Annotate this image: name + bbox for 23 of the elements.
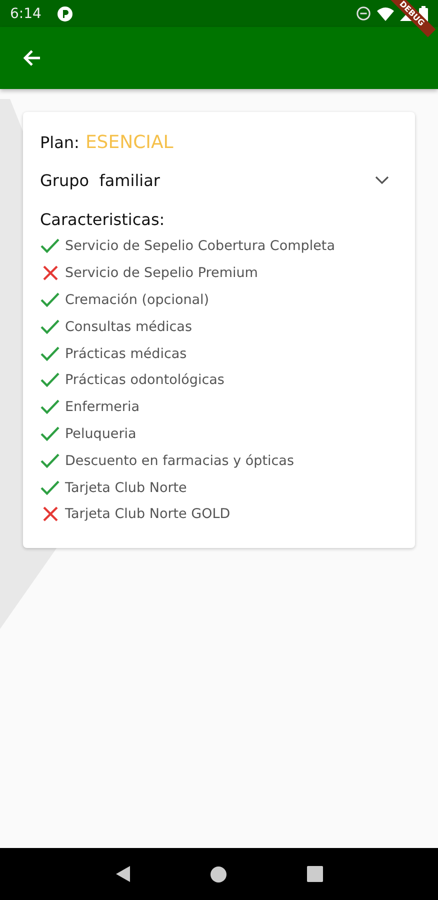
feature-label: Prácticas odontológicas xyxy=(65,372,224,388)
feature-label: Consultas médicas xyxy=(65,318,192,335)
plan-name: ESENCIAL xyxy=(85,132,174,153)
feature-label: Enfermeria xyxy=(65,399,140,416)
status-time: 6:14 xyxy=(10,6,42,22)
features-title: Caracteristicas: xyxy=(40,210,166,229)
app-notification-icon xyxy=(57,6,74,22)
wifi-icon xyxy=(377,6,394,20)
recents-icon[interactable] xyxy=(307,866,324,882)
family-group-dropdown[interactable]: Grupo familiar xyxy=(40,171,397,190)
feature-label: Peluqueria xyxy=(65,426,136,442)
back-icon[interactable] xyxy=(114,865,131,883)
feature-label: Prácticas médicas xyxy=(65,346,187,362)
feature-label: Tarjeta Club Norte xyxy=(65,480,187,496)
feature-label: Servicio de Sepelio Cobertura Completa xyxy=(65,238,335,254)
feature-label: Cremación (opcional) xyxy=(65,292,210,308)
do-not-disturb-icon xyxy=(356,6,371,21)
home-icon[interactable] xyxy=(210,866,228,882)
back-arrow-icon[interactable] xyxy=(22,48,42,68)
feature-label: Servicio de Sepelio Premium xyxy=(65,265,258,282)
feature-label: Tarjeta Club Norte GOLD xyxy=(65,506,230,522)
plan-label: Plan: xyxy=(40,133,80,152)
feature-label: Descuento en farmacias y ópticas xyxy=(65,452,294,469)
